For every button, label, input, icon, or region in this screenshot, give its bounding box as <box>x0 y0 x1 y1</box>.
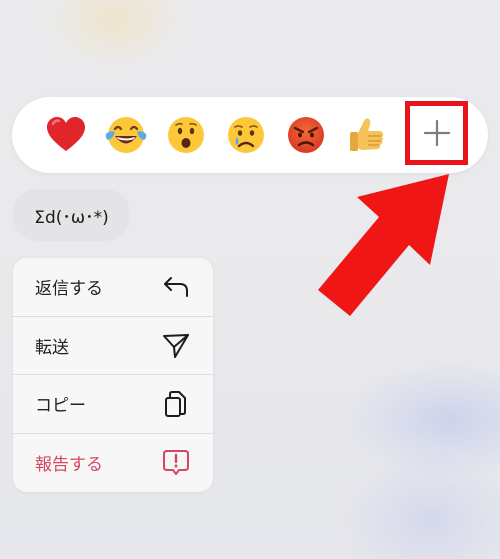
menu-item-label: 返信する <box>35 279 103 300</box>
send-icon <box>161 330 191 360</box>
menu-item-label: 報告する <box>35 455 103 476</box>
message-bubble[interactable]: Σd(･ω･*) <box>13 189 130 241</box>
tears-of-joy-icon <box>105 117 147 153</box>
reaction-surprised[interactable] <box>156 105 216 165</box>
red-heart-icon <box>47 117 85 151</box>
surprised-face-icon <box>168 117 204 153</box>
message-text: Σd(･ω･*) <box>34 207 109 228</box>
reaction-sad[interactable] <box>216 105 276 165</box>
menu-item-reply[interactable]: 返信する <box>13 258 213 317</box>
reaction-laugh[interactable] <box>96 105 156 165</box>
crying-face-icon <box>228 117 264 153</box>
thumbs-up-icon <box>350 118 384 151</box>
reaction-thumbs-up[interactable] <box>336 105 396 165</box>
copy-icon <box>161 389 191 419</box>
angry-face-icon <box>288 117 324 153</box>
menu-item-label: 転送 <box>35 337 69 358</box>
reply-icon <box>161 272 191 302</box>
context-menu: 返信する 転送 コピー 報告する <box>13 258 213 492</box>
menu-item-copy[interactable]: コピー <box>13 375 213 434</box>
menu-item-forward[interactable]: 転送 <box>13 317 213 375</box>
reaction-heart[interactable] <box>36 105 96 165</box>
reaction-angry[interactable] <box>276 105 336 165</box>
add-reaction-button[interactable] <box>405 101 468 165</box>
menu-item-label: コピー <box>35 396 86 417</box>
plus-icon <box>423 119 450 147</box>
report-icon <box>161 448 191 478</box>
menu-item-report[interactable]: 報告する <box>13 434 213 493</box>
